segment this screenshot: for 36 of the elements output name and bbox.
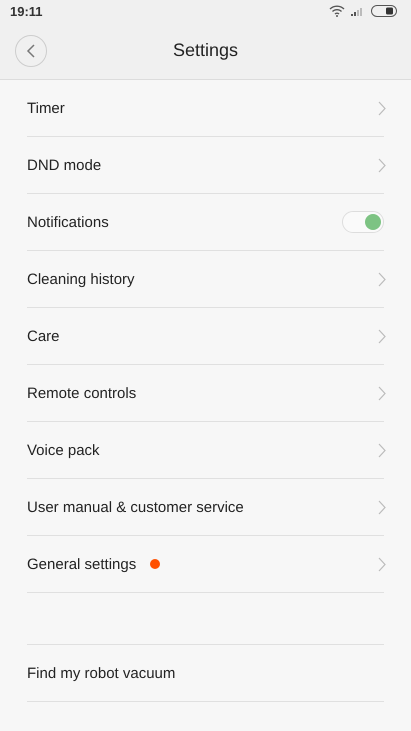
row-label: Timer xyxy=(27,100,65,116)
battery-icon xyxy=(371,5,397,17)
chevron-icon xyxy=(378,158,386,172)
chevron-icon xyxy=(378,328,386,344)
toggle-switch[interactable] xyxy=(342,211,384,233)
page-title: Settings xyxy=(172,40,238,61)
row-label: Voice pack xyxy=(27,442,100,458)
chevron-icon xyxy=(378,556,386,572)
back-button[interactable] xyxy=(15,35,47,67)
settings-row[interactable]: Find my robot vacuum xyxy=(27,645,384,702)
settings-row[interactable]: Remote controls xyxy=(27,365,384,422)
settings-row[interactable]: General settings xyxy=(27,536,384,593)
settings-row[interactable]: Notifications xyxy=(27,194,384,251)
settings-row[interactable]: Cleaning history xyxy=(27,251,384,308)
chevron-icon xyxy=(378,100,386,116)
row-label: Find my robot vacuum xyxy=(27,664,176,682)
wifi-icon xyxy=(329,5,345,17)
settings-row[interactable]: Care xyxy=(27,308,384,365)
row-label: User manual & customer service xyxy=(27,498,244,516)
settings-row[interactable]: DND mode xyxy=(27,137,384,194)
settings-row[interactable]: Voice pack xyxy=(27,422,384,479)
settings-row[interactable]: User manual & customer service xyxy=(27,479,384,536)
chevron-icon xyxy=(378,442,386,458)
row-label: Care xyxy=(27,328,60,344)
back-icon xyxy=(26,44,36,58)
chevron-icon xyxy=(378,272,386,286)
status-time: 19:11 xyxy=(10,4,44,18)
chevron-icon xyxy=(378,386,386,400)
row-label: Notifications xyxy=(27,214,109,230)
row-label: DND mode xyxy=(27,156,102,174)
settings-row[interactable]: Timer xyxy=(27,80,384,137)
chevron-icon xyxy=(378,500,386,514)
signal-icon xyxy=(351,6,365,16)
row-label: Cleaning history xyxy=(27,270,135,288)
row-label: General settings xyxy=(27,556,136,572)
row-label: Remote controls xyxy=(27,384,136,402)
